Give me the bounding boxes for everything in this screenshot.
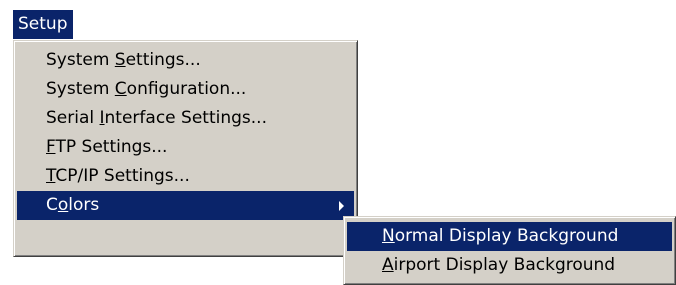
menu-item-ftp-settings[interactable]: FTP Settings... [17,133,354,162]
setup-menu-title[interactable]: Setup [13,10,74,39]
menu-item-label: Airport Display Background [382,255,616,275]
menu-item-label: FTP Settings... [46,137,168,157]
menu-item-airport-display-background[interactable]: Airport Display Background [347,251,672,280]
setup-menu: System Settings... System Configuration.… [13,40,358,257]
menu-item-label: Normal Display Background [382,226,619,246]
menu-item-label: Colors [46,195,100,215]
menu-item-label: System Configuration... [46,79,247,99]
menu-item-tcpip-settings[interactable]: TCP/IP Settings... [17,162,354,191]
menu-item-label: Serial Interface Settings... [46,108,267,128]
menu-item-normal-display-background[interactable]: Normal Display Background [347,222,672,251]
menu-item-system-configuration[interactable]: System Configuration... [17,75,354,104]
menu-item-label: TCP/IP Settings... [46,166,190,186]
menu-item-label: System Settings... [46,50,201,70]
colors-submenu: Normal Display Background Airport Displa… [343,216,676,285]
menu-item-serial-interface-settings[interactable]: Serial Interface Settings... [17,104,354,133]
menu-item-colors[interactable]: Colors [17,191,354,220]
menu-item-system-settings[interactable]: System Settings... [17,46,354,75]
submenu-arrow-icon [339,201,344,211]
